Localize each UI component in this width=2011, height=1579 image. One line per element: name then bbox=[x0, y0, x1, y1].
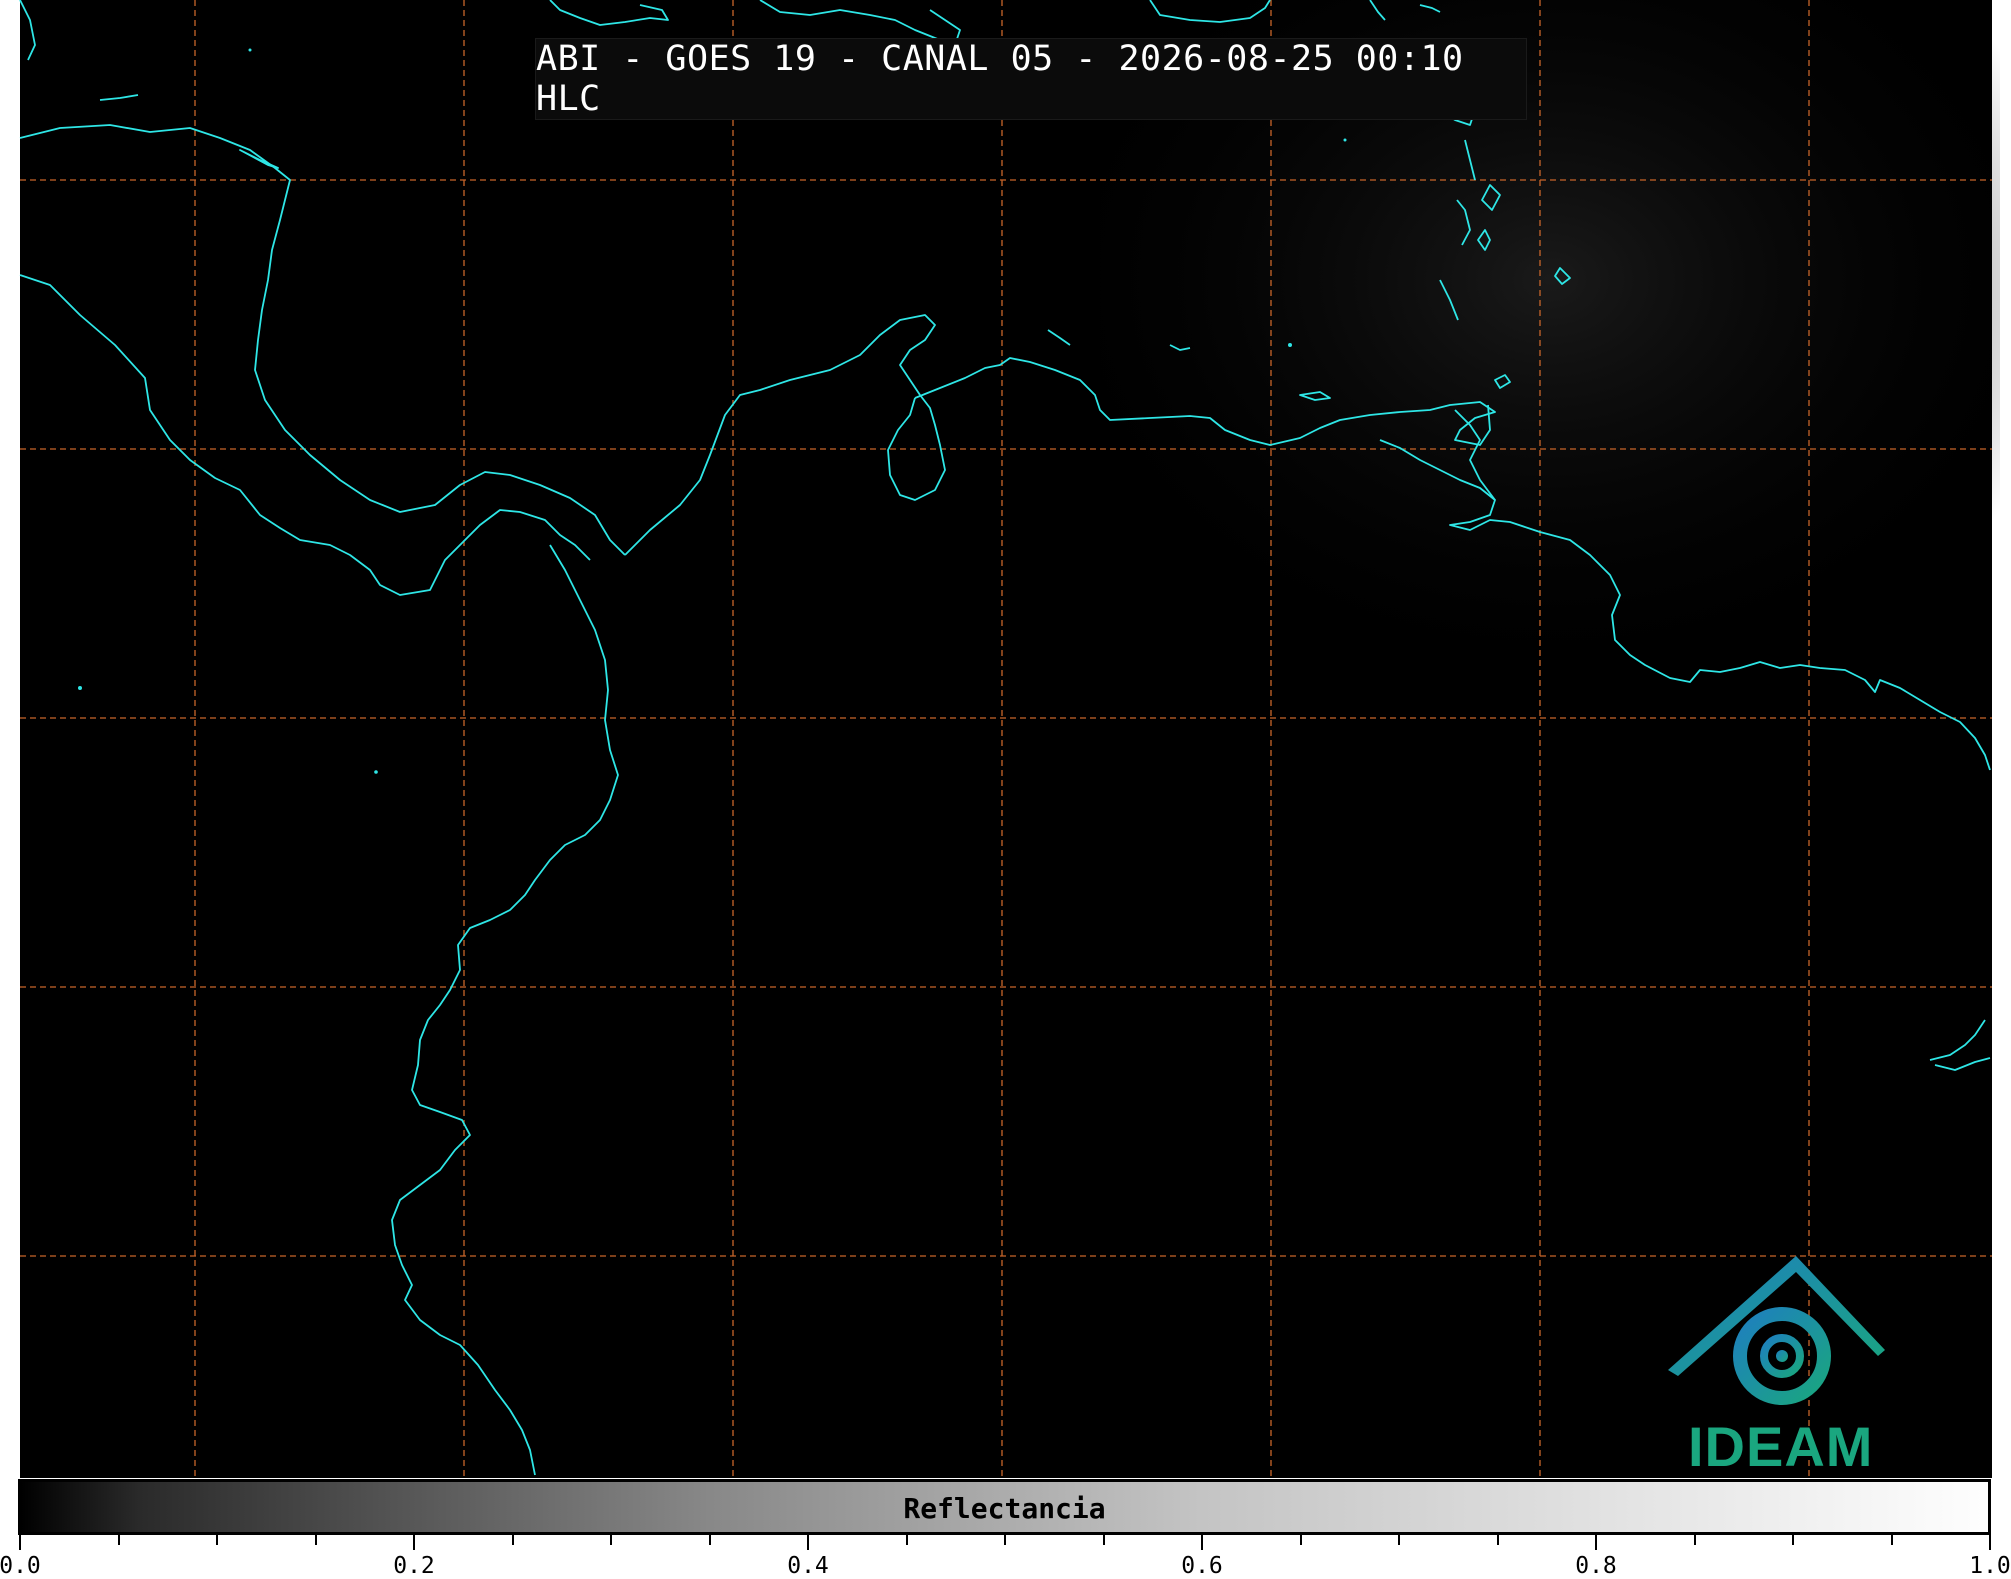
ideam-swirl-logo-icon bbox=[1668, 1256, 1885, 1405]
ideam-logo-text: IDEAM bbox=[1688, 1415, 1874, 1478]
colorbar-tick-label: 0.8 bbox=[1575, 1553, 1617, 1579]
colorbar-label: Reflectancia bbox=[903, 1492, 1106, 1525]
colorbar-tick-label: 0.6 bbox=[1181, 1553, 1223, 1579]
map-title-box: ABI - GOES 19 - CANAL 05 - 2026-08-25 00… bbox=[535, 38, 1527, 120]
reflectance-colorbar: Reflectancia bbox=[18, 1479, 1991, 1535]
colorbar-tick-label: 0.0 bbox=[0, 1553, 41, 1579]
colorbar-tick-label: 0.4 bbox=[787, 1553, 829, 1579]
colorbar-tick-label: 0.2 bbox=[393, 1553, 435, 1579]
colorbar-tick-label: 1.0 bbox=[1969, 1553, 2011, 1579]
map-title: ABI - GOES 19 - CANAL 05 - 2026-08-25 00… bbox=[536, 39, 1464, 119]
